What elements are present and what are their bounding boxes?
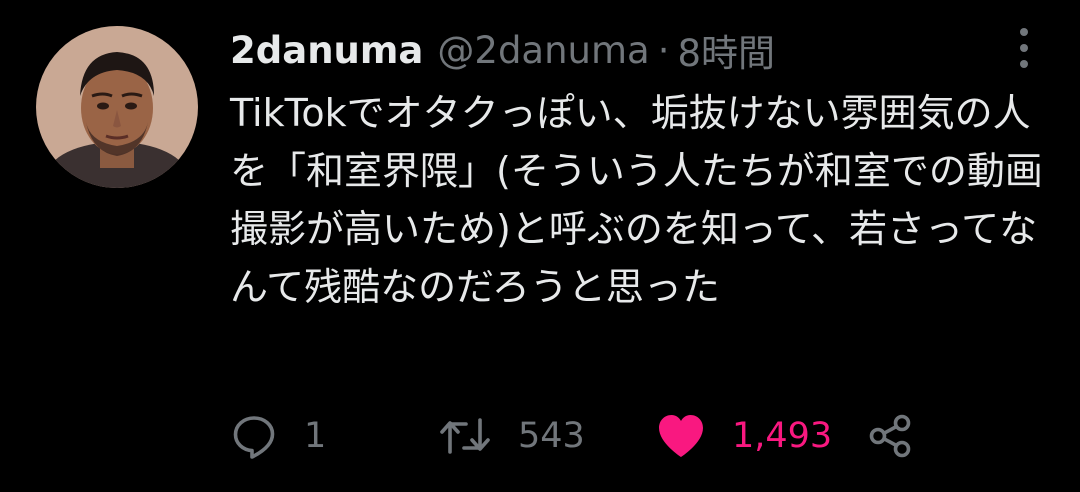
retweet-button[interactable]: 543 (438, 408, 585, 464)
retweet-count: 543 (518, 416, 585, 456)
like-button[interactable]: 1,493 (656, 408, 832, 464)
separator-dot: · (657, 28, 670, 72)
more-dot (1020, 44, 1028, 52)
share-button[interactable] (866, 408, 914, 464)
tweet-text: TikTokでオタクっぽい、垢抜けない雰囲気の人を「和室界隈」(そういう人たちが… (230, 91, 1043, 309)
display-name[interactable]: 2danuma (230, 29, 423, 72)
avatar[interactable] (36, 26, 198, 188)
reply-button[interactable]: 1 (230, 408, 326, 464)
share-icon (866, 412, 914, 460)
reply-count: 1 (304, 416, 327, 456)
like-count: 1,493 (732, 416, 833, 456)
retweet-icon (438, 412, 492, 460)
tweet-header: 2danuma @2danuma · 8時間 (230, 22, 775, 78)
heart-icon (656, 413, 706, 459)
tweet-actions: 1 543 1,493 (230, 408, 950, 464)
reply-icon (230, 412, 278, 460)
timestamp[interactable]: 8時間 (678, 23, 776, 77)
more-options-icon[interactable] (1014, 28, 1034, 68)
user-handle[interactable]: @2danuma (437, 29, 649, 72)
more-dot (1020, 28, 1028, 36)
more-dot (1020, 60, 1028, 68)
